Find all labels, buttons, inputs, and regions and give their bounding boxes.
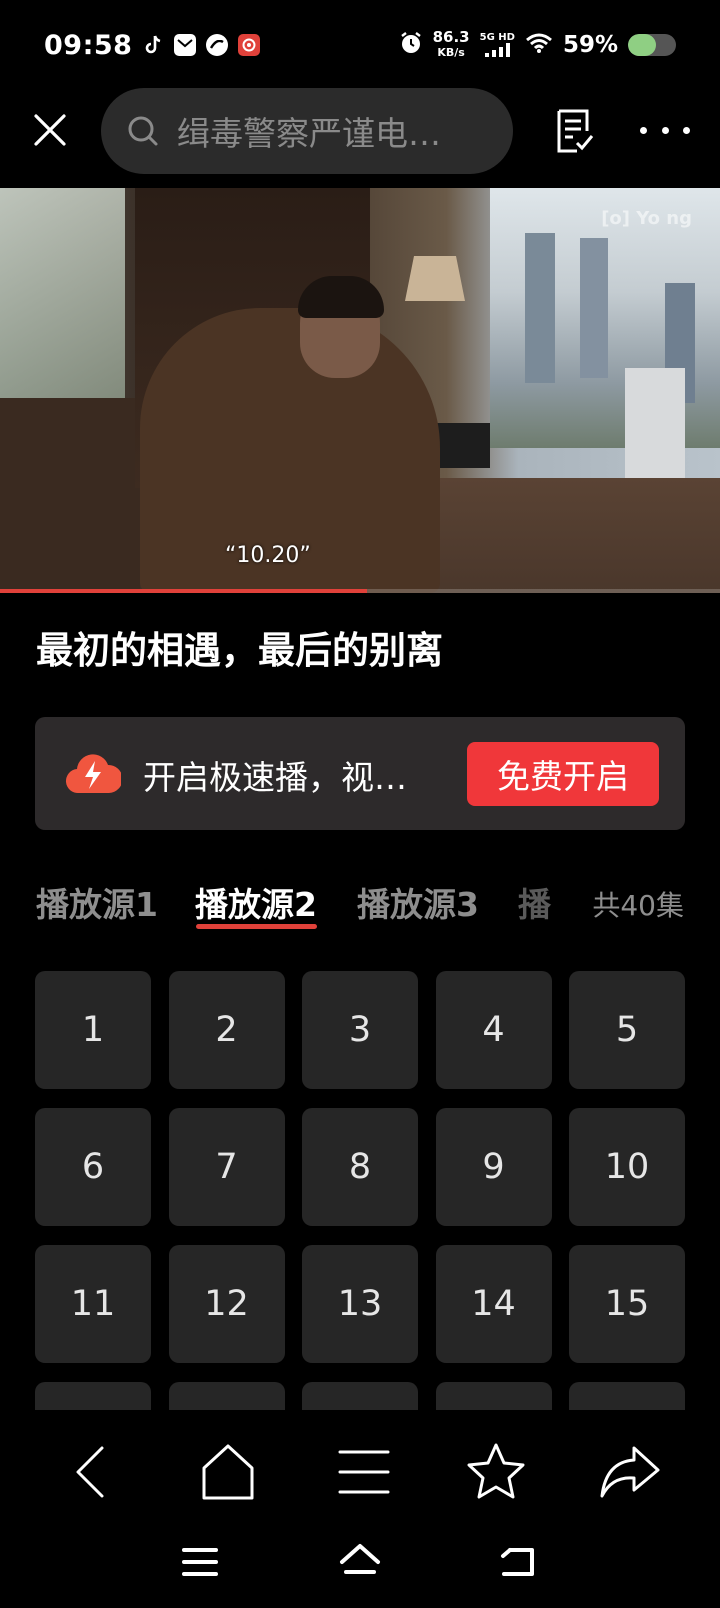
system-navigation-bar: [0, 1530, 720, 1608]
video-progress-fill: [0, 589, 368, 593]
net-speed-value: 86.3: [432, 28, 470, 46]
episode-button[interactable]: 9: [435, 1108, 552, 1226]
back-arrow-icon: [76, 1446, 104, 1498]
home-icon: [202, 1444, 254, 1500]
share-button[interactable]: [598, 1440, 662, 1504]
system-back-button[interactable]: [498, 1542, 542, 1582]
signal-bars-icon: [485, 43, 511, 57]
return-icon: [501, 1548, 534, 1576]
alarm-icon: [399, 31, 423, 59]
episode-button[interactable]: 5: [569, 971, 685, 1089]
tiktok-icon: [142, 34, 164, 56]
video-scene: [0, 188, 125, 398]
menu-icon: [338, 1450, 390, 1494]
signal-label: 5G HD: [479, 32, 515, 43]
episode-title: 最初的相遇，最后的别离: [36, 629, 443, 672]
speed-play-banner: 开启极速播，视… 免费开启: [35, 717, 685, 830]
episode-button[interactable]: 12: [168, 1245, 285, 1363]
episode-button[interactable]: 3: [302, 971, 418, 1089]
app-icon: [206, 34, 229, 56]
status-left: 09:58: [44, 29, 261, 61]
episode-button[interactable]: [35, 1382, 151, 1411]
video-player[interactable]: [o] Yo ng “10.20”: [0, 188, 720, 593]
tab-source-2[interactable]: 播放源2: [195, 878, 317, 926]
more-dot-icon: [661, 126, 669, 134]
banner-text: 开启极速播，视…: [143, 758, 407, 797]
video-subtitle: “10.20”: [225, 543, 311, 568]
video-scene: [625, 368, 685, 478]
notes-check-icon: [557, 109, 594, 153]
close-button[interactable]: [28, 108, 72, 152]
wifi-icon: [525, 32, 553, 58]
net-speed-unit: KB/s: [437, 46, 465, 59]
episode-button[interactable]: 11: [35, 1245, 151, 1363]
episode-button[interactable]: 8: [302, 1108, 418, 1226]
share-arrow-icon: [600, 1446, 660, 1498]
episode-button[interactable]: [435, 1382, 552, 1411]
clock: 09:58: [44, 29, 133, 61]
battery-percent: 59%: [562, 32, 618, 58]
home-outline-icon: [340, 1544, 380, 1574]
browser-toolbar: [0, 1410, 720, 1530]
free-enable-button[interactable]: 免费开启: [467, 742, 659, 806]
video-scene: [405, 256, 465, 301]
video-scene: [580, 238, 608, 378]
video-watermark: [o] Yo ng: [601, 208, 692, 229]
more-button[interactable]: [640, 118, 690, 142]
back-button[interactable]: [62, 1440, 126, 1504]
more-dot-icon: [640, 126, 647, 134]
episode-button[interactable]: 14: [435, 1245, 552, 1363]
status-bar: 09:58 86.3 KB/s 5G HD 59%: [0, 0, 720, 90]
video-scene: [525, 233, 555, 383]
status-right: 86.3 KB/s 5G HD 59%: [399, 30, 676, 60]
episode-button[interactable]: 15: [569, 1245, 685, 1363]
episode-button[interactable]: 2: [168, 971, 285, 1089]
network-speed: 86.3 KB/s: [433, 30, 470, 60]
red-app-icon: [238, 34, 261, 56]
video-scene: [298, 276, 384, 318]
home-button[interactable]: [196, 1440, 260, 1504]
episode-button[interactable]: 6: [35, 1108, 151, 1226]
active-tab-indicator: [196, 924, 317, 929]
episode-button[interactable]: 10: [569, 1108, 685, 1226]
tab-source-1[interactable]: 播放源1: [36, 878, 158, 926]
search-icon: [128, 116, 158, 146]
cloud-lightning-icon: [66, 754, 121, 794]
battery-fill: [628, 34, 657, 56]
video-scene: [0, 398, 140, 593]
search-input[interactable]: 缉毒警察严谨电…: [101, 88, 513, 174]
hamburger-icon: [182, 1548, 218, 1576]
episode-button[interactable]: 1: [35, 971, 151, 1089]
episode-button[interactable]: [302, 1382, 418, 1411]
system-home-button[interactable]: [338, 1542, 382, 1582]
tab-source-3[interactable]: 播放源3: [357, 878, 479, 926]
video-progress-bar[interactable]: [0, 589, 720, 593]
star-icon: [467, 1443, 525, 1499]
favorite-button[interactable]: [464, 1440, 528, 1504]
episode-button[interactable]: 13: [302, 1245, 418, 1363]
message-icon: [174, 34, 197, 56]
menu-button[interactable]: [332, 1440, 396, 1504]
more-dot-icon: [683, 126, 690, 134]
cell-signal: 5G HD: [480, 33, 515, 57]
episode-button[interactable]: [168, 1382, 285, 1411]
system-menu-button[interactable]: [178, 1542, 222, 1582]
close-icon: [34, 114, 66, 146]
episode-button[interactable]: [569, 1382, 685, 1411]
episode-button[interactable]: 4: [435, 971, 552, 1089]
notes-button[interactable]: [555, 109, 599, 155]
tab-source-4[interactable]: 播: [518, 878, 551, 926]
episode-count: 共40集: [592, 889, 684, 922]
battery-icon: [628, 34, 676, 56]
episode-button[interactable]: 7: [168, 1108, 285, 1226]
search-query: 缉毒警察严谨电…: [177, 114, 441, 153]
top-bar: 缉毒警察严谨电…: [0, 88, 720, 176]
source-tabs: 播放源1 播放源2 播放源3 播: [36, 878, 686, 938]
episode-grid: 1 2 3 4 5 6 7 8 9 10 11 12 13 14 15: [35, 971, 685, 1411]
